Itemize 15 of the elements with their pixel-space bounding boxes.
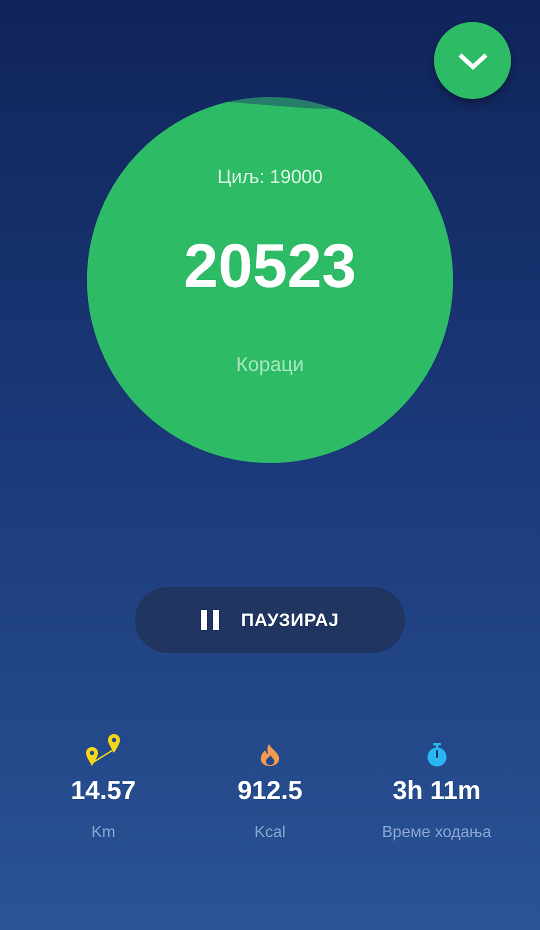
step-count: 20523	[184, 231, 356, 302]
steps-label: Кораци	[236, 354, 304, 377]
chevron-down-icon	[456, 50, 488, 70]
stat-unit: Време ходања	[382, 824, 492, 842]
stopwatch-icon	[426, 743, 447, 767]
stat-value: 912.5	[237, 775, 303, 806]
flame-icon	[258, 743, 281, 767]
pause-button[interactable]: ПАУЗИРАЈ	[135, 587, 405, 653]
stat-value: 3h 11m	[392, 775, 481, 806]
stat-unit: Kcal	[254, 824, 286, 842]
route-pins-icon	[85, 733, 122, 767]
stat-unit: Km	[91, 824, 116, 842]
stat-value: 14.57	[70, 775, 136, 806]
goal-text: Циљ: 19000	[217, 167, 323, 189]
pause-icon	[200, 610, 219, 630]
